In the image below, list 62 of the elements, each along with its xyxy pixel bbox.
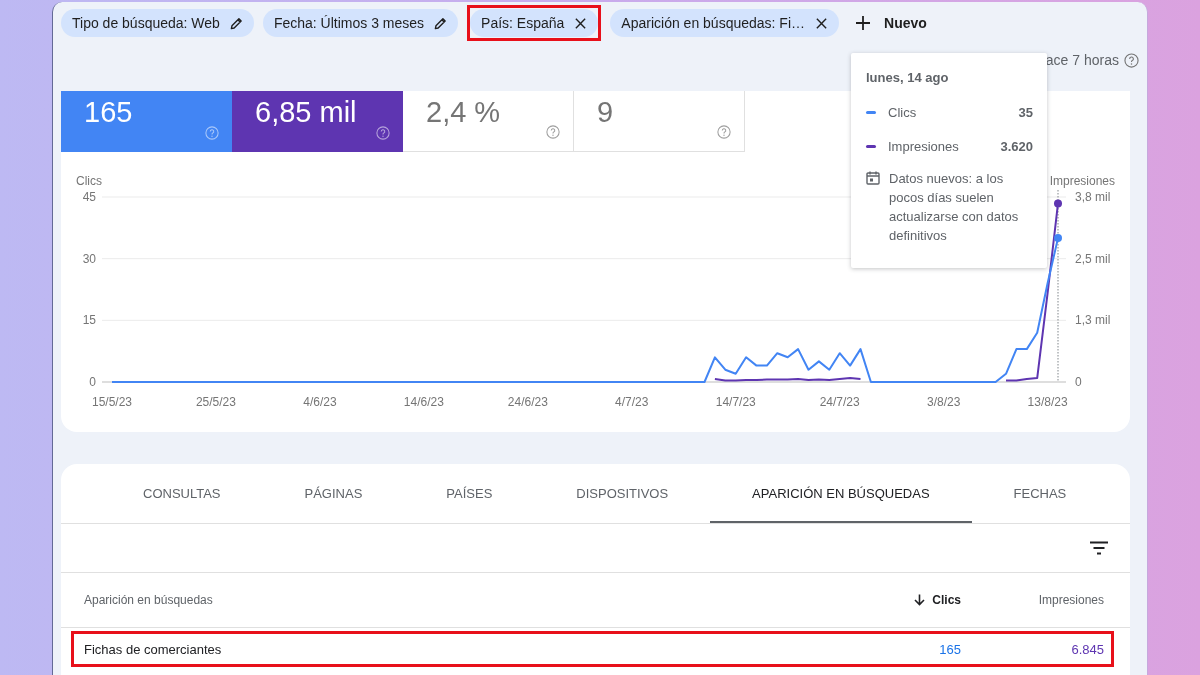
axis-tick-label: 0 bbox=[1075, 375, 1082, 389]
tooltip-label: Clics bbox=[888, 104, 918, 120]
plus-icon bbox=[856, 16, 870, 30]
axis-tick-label: 4/6/23 bbox=[303, 395, 337, 409]
filter-chip[interactable]: Tipo de búsqueda: Web bbox=[61, 9, 254, 37]
table-cell-text: Fichas de comerciantes bbox=[84, 641, 223, 657]
metric-value: 2,4 % bbox=[426, 95, 501, 130]
data-point-marker bbox=[1054, 234, 1062, 243]
axis-tick-label: 30 bbox=[82, 251, 96, 266]
axis-tick-label: 15/5/23 bbox=[92, 395, 132, 409]
calendar-icon bbox=[866, 171, 880, 185]
axis-tick-label: 13/8/23 bbox=[1027, 395, 1068, 409]
pencil-icon[interactable] bbox=[229, 16, 243, 30]
metric-value: 9 bbox=[597, 95, 614, 130]
tooltip-label: Impresiones bbox=[888, 138, 960, 154]
metric-card[interactable]: 165 bbox=[61, 91, 232, 152]
tooltip-value: 35 bbox=[1018, 104, 1033, 120]
tab[interactable]: DISPOSITIVOS bbox=[534, 464, 711, 523]
last-update-text: ace 7 horas bbox=[1045, 52, 1119, 68]
metric-value: 6,85 mil bbox=[255, 95, 357, 130]
filter-chip[interactable]: Aparición en búsquedas: Fi… bbox=[610, 9, 839, 37]
axis-tick-label: 3/8/23 bbox=[926, 395, 961, 409]
axis-title: Clics bbox=[76, 174, 102, 188]
axis-tick-label: 14/7/23 bbox=[715, 395, 756, 409]
tab[interactable]: APARICIÓN EN BÚSQUEDAS bbox=[710, 464, 972, 523]
metric-card[interactable]: 9 bbox=[574, 91, 745, 152]
axis-tick-label: 3,8 mil bbox=[1075, 190, 1111, 204]
close-icon[interactable] bbox=[574, 16, 588, 30]
table-cell-text: 6.845 bbox=[1070, 641, 1104, 657]
tooltip-date: lunes, 14 ago bbox=[866, 69, 950, 87]
axis-tick-label: 24/7/23 bbox=[819, 395, 860, 409]
tooltip-value: 3.620 bbox=[1000, 138, 1033, 154]
tab[interactable]: CONSULTAS bbox=[101, 464, 263, 523]
column-header[interactable]: Impresiones bbox=[961, 593, 1104, 607]
axis-tick-label: 14/6/23 bbox=[403, 395, 444, 409]
axis-tick-label: 2,5 mil bbox=[1075, 251, 1111, 266]
tab[interactable]: PÁGINAS bbox=[262, 464, 405, 523]
metric-card[interactable]: 2,4 % bbox=[403, 91, 574, 152]
axis-tick-label: 0 bbox=[89, 375, 96, 389]
tab[interactable]: FECHAS bbox=[971, 464, 1109, 523]
axis-tick-label: 25/5/23 bbox=[195, 395, 236, 409]
tooltip-note: Datos nuevos: a los pocos días suelen actualizarse con datos definitivos bbox=[889, 170, 1020, 245]
filter-chip[interactable]: Fecha: Últimos 3 meses bbox=[262, 9, 459, 37]
axis-tick-label: 1,3 mil bbox=[1075, 313, 1111, 328]
pencil-icon[interactable] bbox=[434, 16, 448, 30]
new-filter-button[interactable]: Nuevo bbox=[850, 15, 933, 31]
filter-icon[interactable] bbox=[1089, 541, 1109, 555]
column-header[interactable]: Aparición en búsquedas bbox=[84, 593, 861, 607]
axis-tick-label: 15 bbox=[82, 313, 96, 328]
filter-chip[interactable]: País: España bbox=[470, 9, 599, 37]
axis-tick-label: 24/6/23 bbox=[507, 395, 548, 409]
tab[interactable]: PAÍSES bbox=[404, 464, 535, 523]
table-cell-text: 165 bbox=[938, 641, 961, 657]
close-icon[interactable] bbox=[815, 16, 828, 30]
axis-title: Impresiones bbox=[1049, 174, 1115, 188]
data-point-marker bbox=[1054, 199, 1062, 208]
column-header[interactable]: Clics bbox=[861, 593, 961, 607]
help-icon[interactable] bbox=[1124, 52, 1139, 68]
metric-value: 165 bbox=[84, 95, 133, 130]
metric-card[interactable]: 6,85 mil bbox=[232, 91, 403, 152]
axis-tick-label: 45 bbox=[82, 190, 96, 204]
axis-tick-label: 4/7/23 bbox=[615, 395, 649, 409]
